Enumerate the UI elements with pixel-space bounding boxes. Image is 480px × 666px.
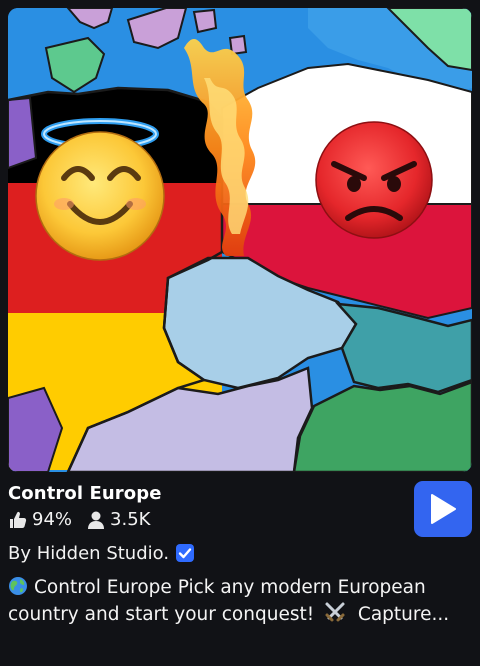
game-stats: 94% 3.5K (8, 507, 164, 533)
person-icon (88, 511, 105, 529)
game-title[interactable]: Control Europe (8, 482, 162, 506)
creator-name[interactable]: By Hidden Studio. (8, 543, 169, 564)
angry-face-icon (315, 121, 433, 239)
game-thumbnail[interactable] (8, 8, 472, 472)
thumbs-up-icon (10, 511, 27, 528)
description-text-1: Control Europe Pick any modern European (34, 577, 426, 598)
globe-emoji (9, 577, 27, 595)
game-card[interactable]: Control Europe 94% 3.5K By Hidden Studio… (0, 0, 480, 666)
map-artwork (8, 8, 472, 472)
creator-link[interactable]: By Hidden Studio. (8, 541, 195, 565)
players-stat: 3.5K (86, 507, 150, 533)
description-line-2: country and start your conquest! Capture… (8, 601, 463, 628)
play-button[interactable] (414, 481, 472, 537)
verified-badge-icon (175, 543, 195, 563)
play-icon (431, 494, 456, 524)
rating-stat: 94% (8, 507, 72, 533)
game-description: Control Europe Pick any modern European … (8, 575, 463, 628)
rating-value: 94% (32, 509, 73, 530)
players-value: 3.5K (110, 509, 151, 530)
description-text-3: Capture... (357, 604, 450, 625)
description-line-1: Control Europe Pick any modern European (8, 575, 463, 601)
description-text-2: country and start your conquest! (8, 604, 315, 625)
crossed-swords-emoji (325, 602, 345, 622)
smiling-face-icon (35, 131, 165, 261)
